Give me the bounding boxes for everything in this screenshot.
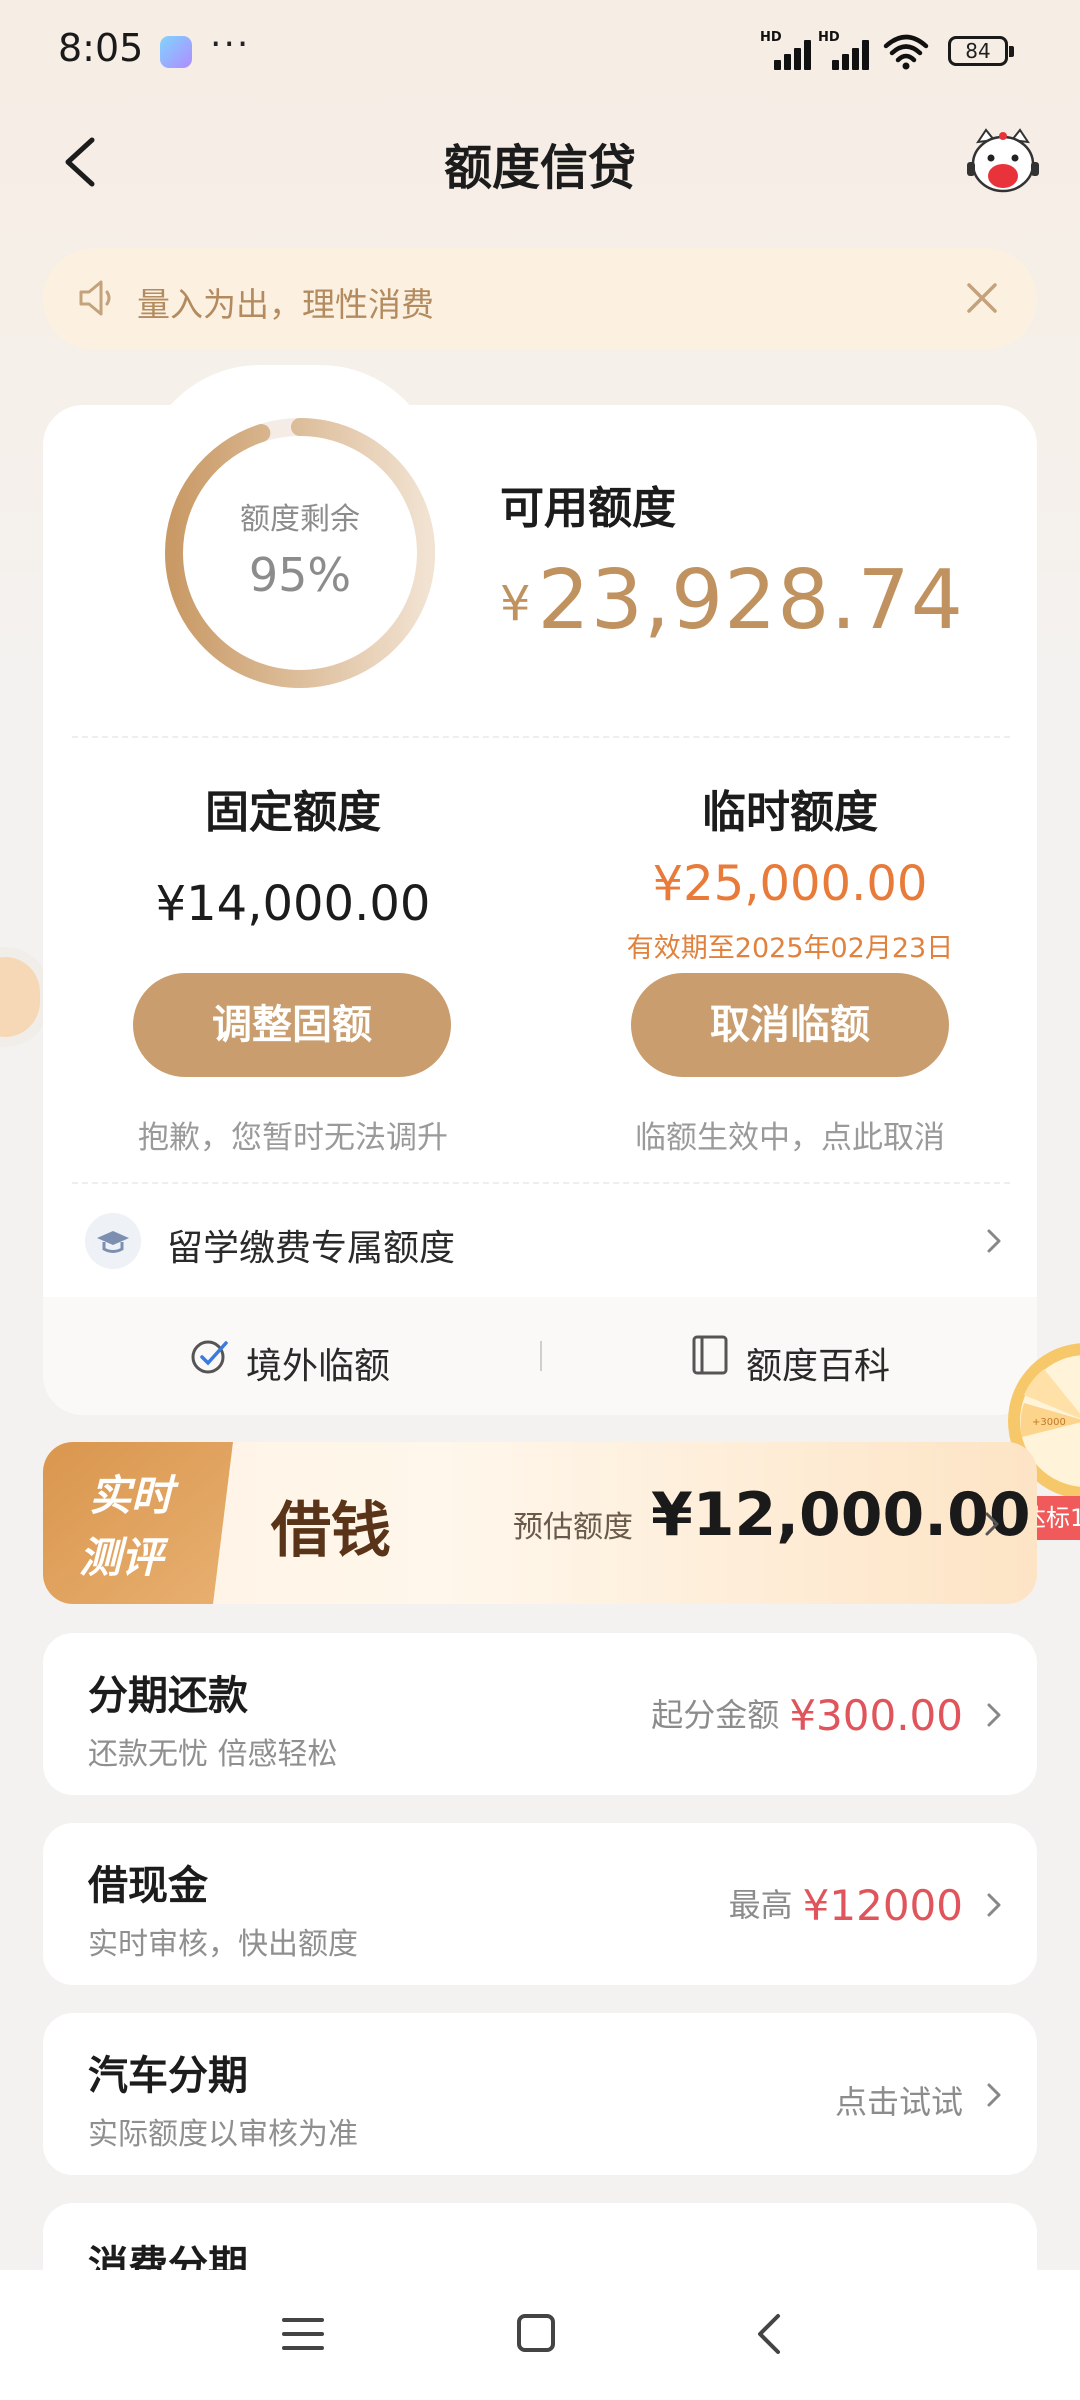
svg-text:+3000: +3000 [1032,1417,1066,1428]
menu-icon[interactable] [280,2314,326,2354]
graduation-cap-icon [85,1213,141,1269]
system-navigation-bar [0,2270,1080,2400]
app-notification-icon [160,36,192,68]
floating-side-tab[interactable] [0,957,40,1037]
wifi-icon [883,34,929,70]
status-bar: 8:05 ··· HD HD 84 [0,0,1080,105]
ring-label: 额度剩余 [240,502,360,537]
available-credit-amount: ¥23,928.74 [500,553,964,648]
book-icon [692,1335,728,1375]
tag-line-2: 测评 [79,1533,164,1582]
study-abroad-credit-label: 留学缴费专属额度 [167,1228,456,1269]
credit-tools-bar: 境外临额 额度百科 [43,1297,1037,1415]
chevron-right-icon [987,2083,1001,2107]
car-installment-item[interactable]: 汽车分期 实际额度以审核为准 点击试试 [43,2013,1037,2175]
battery-icon: 84 [948,36,1014,66]
cancel-temporary-credit-button[interactable]: 取消临额 [631,973,949,1077]
divider [72,736,1010,738]
home-icon[interactable] [515,2312,557,2354]
mascot-icon[interactable] [964,126,1042,198]
study-abroad-credit-row[interactable]: 留学缴费专属额度 [43,1185,1037,1297]
notice-text: 量入为出，理性消费 [137,285,434,324]
chevron-right-icon [987,1229,1001,1253]
credit-wiki-link[interactable]: 额度百科 [688,1333,890,1387]
adjust-fixed-credit-button[interactable]: 调整固额 [133,973,451,1077]
back-nav-icon[interactable] [752,2310,786,2358]
fixed-credit-amount: ¥14,000.00 [155,876,431,932]
separator [540,1341,542,1371]
installment-repayment-item[interactable]: 分期还款 还款无忧 倍感轻松 起分金额 ¥300.00 [43,1633,1037,1795]
temporary-credit-amount: ¥25,000.00 [652,856,928,912]
available-credit-label: 可用额度 [500,483,676,534]
notice-bar: 量入为出，理性消费 [43,248,1037,350]
chevron-right-icon [985,1512,999,1536]
status-time: 8:05 [58,26,144,70]
close-icon[interactable] [959,275,1005,321]
chevron-right-icon [987,1893,1001,1917]
globe-plane-icon [191,1340,228,1374]
more-notifications-icon: ··· [210,24,251,65]
estimated-credit-label: 预估额度 [513,1510,633,1545]
cash-loan-item[interactable]: 借现金 实时审核，快出额度 最高 ¥12000 [43,1823,1037,1985]
overseas-temp-credit-link[interactable]: 境外临额 [188,1333,390,1387]
fixed-credit-title: 固定额度 [205,787,381,838]
borrow-money-banner[interactable]: 实时 测评 借钱 预估额度 ¥12,000.00 [43,1442,1037,1604]
fixed-credit-note: 抱歉，您暂时无法调升 [138,1120,448,1156]
page-title: 额度信贷 [443,140,636,196]
chevron-right-icon [987,1703,1001,1727]
tag-line-1: 实时 [89,1471,174,1520]
borrow-title: 借钱 [271,1496,391,1566]
divider [72,1182,1010,1184]
speaker-icon [79,280,111,316]
temporary-credit-validity: 有效期至2025年02月23日 [626,933,954,964]
ring-value: 95% [248,548,352,602]
estimated-credit-value: ¥12,000.00 [651,1480,1031,1550]
temporary-credit-title: 临时额度 [702,787,878,838]
temporary-credit-note[interactable]: 临额生效中，点此取消 [570,1112,1010,1157]
